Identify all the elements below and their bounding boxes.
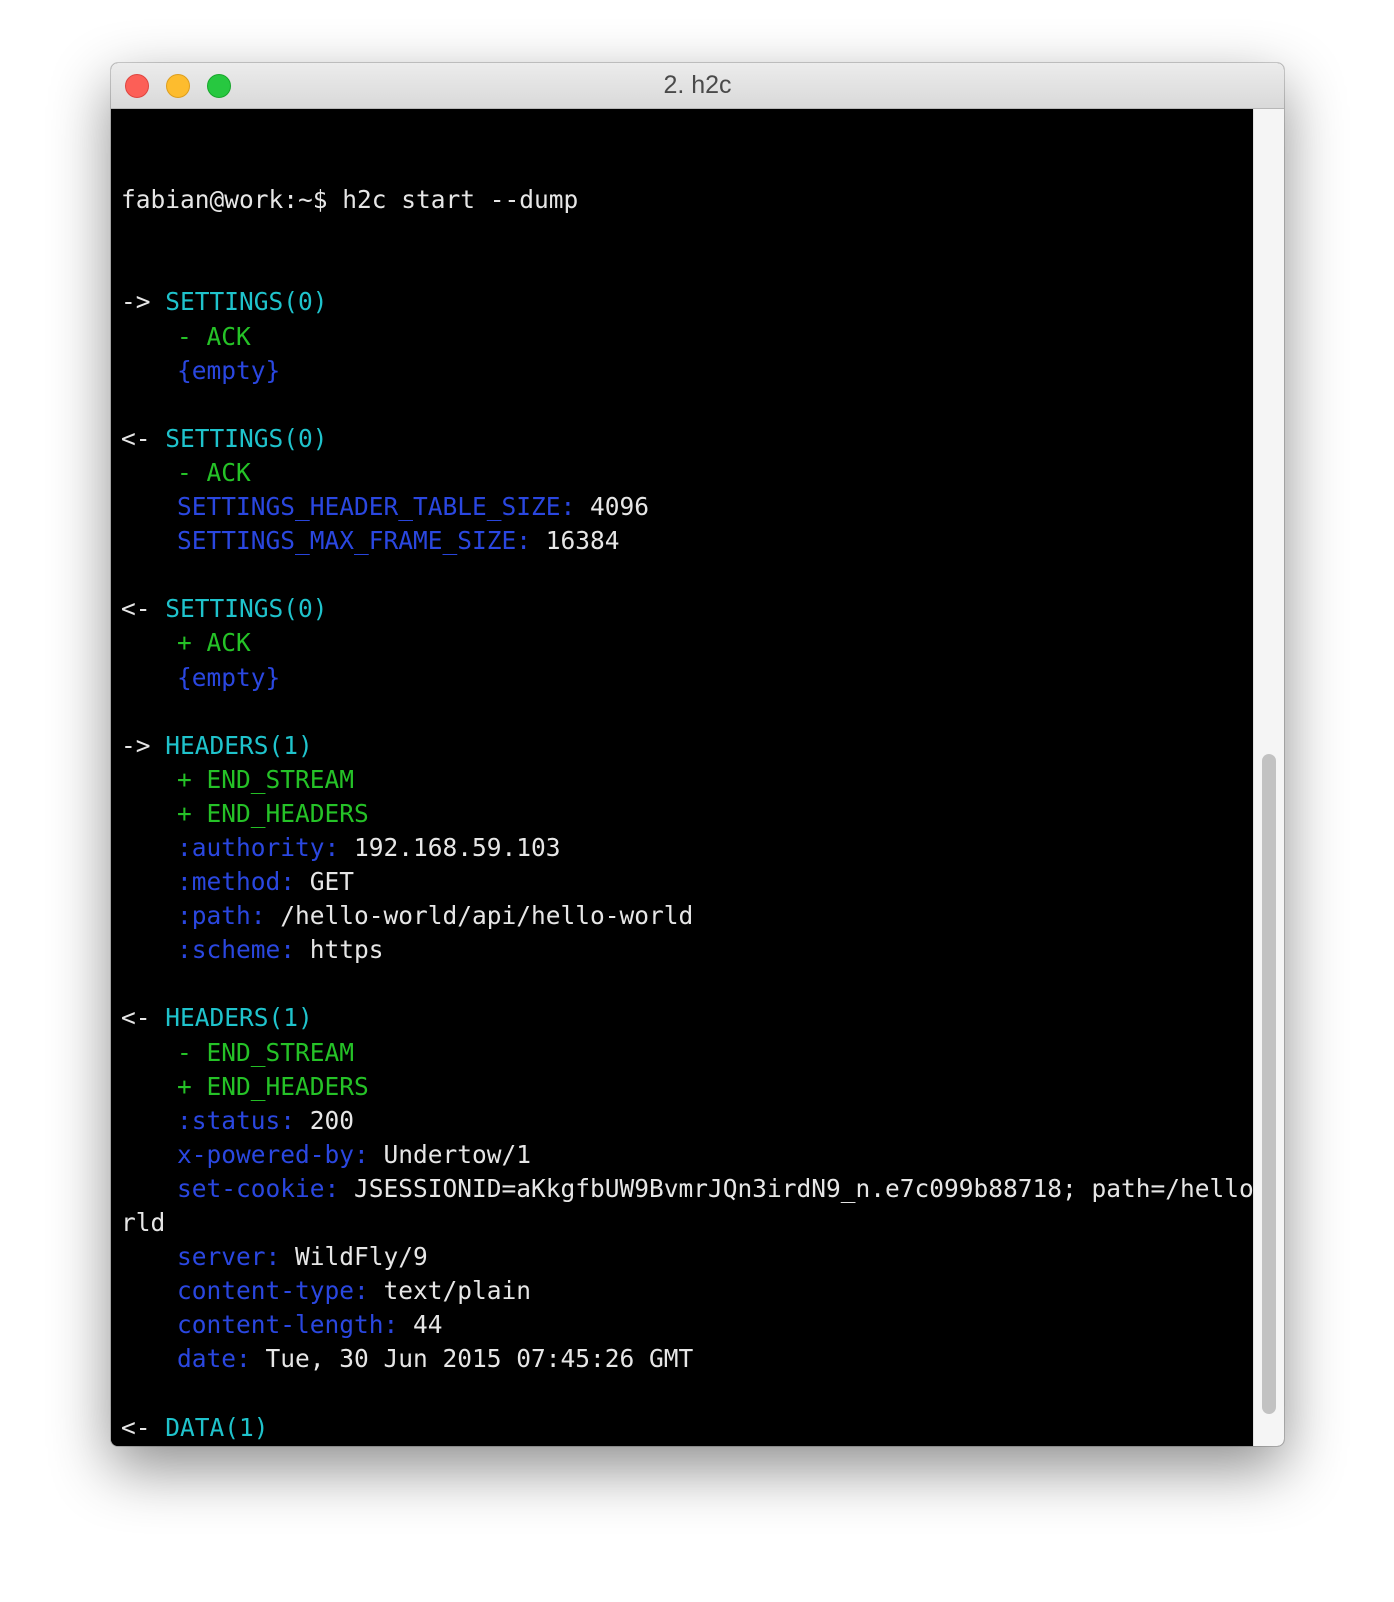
frame-type: HEADERS(1) bbox=[165, 1003, 313, 1033]
flag-text: - ACK bbox=[177, 457, 251, 487]
title-bar[interactable]: 2. h2c bbox=[111, 63, 1284, 109]
frame-type: SETTINGS(0) bbox=[165, 287, 328, 317]
header-line: :status: 200 bbox=[121, 1104, 1284, 1138]
frame-direction: <- bbox=[121, 423, 151, 453]
flag-text: + ACK bbox=[177, 628, 251, 658]
header-value: 44 bbox=[413, 1310, 443, 1340]
flag-text: - ACK bbox=[177, 321, 251, 351]
frame-flag: + ACK bbox=[121, 626, 1284, 660]
flag-text: + END_STREAM bbox=[177, 764, 355, 794]
header-line: SETTINGS_HEADER_TABLE_SIZE: 4096 bbox=[121, 490, 1284, 524]
header-value: https bbox=[309, 935, 384, 965]
flag-text: - END_STREAM bbox=[177, 1037, 355, 1067]
prompt-line: fabian@work:~$ h2c start --dump bbox=[121, 185, 579, 215]
header-line: :scheme: https bbox=[121, 933, 1284, 967]
header-key: SETTINGS_MAX_FRAME_SIZE: bbox=[177, 526, 532, 556]
header-key: server: bbox=[177, 1242, 281, 1272]
frame-flag: + END_HEADERS bbox=[121, 1070, 1284, 1104]
header-line: :path: /hello-world/api/hello-world bbox=[121, 899, 1284, 933]
header-key: date: bbox=[177, 1344, 251, 1374]
header-value: Tue, 30 Jun 2015 07:45:26 GMT bbox=[265, 1344, 694, 1374]
header-line: server: WildFly/9 bbox=[121, 1240, 1284, 1274]
frame-type: SETTINGS(0) bbox=[165, 423, 328, 453]
header-line: date: Tue, 30 Jun 2015 07:45:26 GMT bbox=[121, 1342, 1284, 1376]
frame-flag: - ACK bbox=[121, 456, 1284, 490]
header-value: /hello-world/api/hello-world bbox=[280, 901, 694, 931]
frame-direction: <- bbox=[121, 1003, 151, 1033]
header-value: text/plain bbox=[383, 1276, 532, 1306]
frame-direction: -> bbox=[121, 730, 151, 760]
frame-flag: + END_STREAM bbox=[121, 763, 1284, 797]
frame-payload: {empty} bbox=[121, 354, 1284, 388]
header-key: SETTINGS_HEADER_TABLE_SIZE: bbox=[177, 492, 576, 522]
flag-text: + END_HEADERS bbox=[177, 1071, 369, 1101]
header-line: :authority: 192.168.59.103 bbox=[121, 831, 1284, 865]
header-key: :status: bbox=[177, 1105, 296, 1135]
payload-text: {empty} bbox=[177, 662, 281, 692]
terminal-output[interactable]: fabian@work:~$ h2c start --dump -> SETTI… bbox=[111, 109, 1284, 1446]
header-line: SETTINGS_MAX_FRAME_SIZE: 16384 bbox=[121, 524, 1284, 558]
frame-header-line: -> SETTINGS(0) bbox=[121, 285, 1284, 319]
terminal-content: fabian@work:~$ h2c start --dump -> SETTI… bbox=[121, 115, 1284, 1446]
payload-text: {empty} bbox=[177, 355, 281, 385]
header-value: Undertow/1 bbox=[383, 1139, 532, 1169]
header-value: 4096 bbox=[590, 492, 650, 522]
header-line: :method: GET bbox=[121, 865, 1284, 899]
frame-header-line: <- SETTINGS(0) bbox=[121, 422, 1284, 456]
frame-direction: <- bbox=[121, 594, 151, 624]
frame-type: SETTINGS(0) bbox=[165, 594, 328, 624]
header-key: content-type: bbox=[177, 1276, 369, 1306]
frame-header-line: -> HEADERS(1) bbox=[121, 729, 1284, 763]
header-line: set-cookie: JSESSIONID=aKkgfbUW9BvmrJQn3… bbox=[121, 1172, 1284, 1206]
header-key: set-cookie: bbox=[177, 1173, 340, 1203]
frame-header-line: <- HEADERS(1) bbox=[121, 1001, 1284, 1035]
flag-text: + END_HEADERS bbox=[177, 798, 369, 828]
header-value: 200 bbox=[309, 1105, 355, 1135]
header-key: :path: bbox=[177, 901, 266, 931]
frame-payload: {empty} bbox=[121, 661, 1284, 695]
frame-header-line: <- DATA(1) bbox=[121, 1411, 1284, 1445]
terminal-window: 2. h2c fabian@work:~$ h2c start --dump -… bbox=[111, 63, 1284, 1446]
scrollbar-thumb[interactable] bbox=[1262, 754, 1276, 1414]
frame-flag: + END_STREAM bbox=[121, 1445, 1284, 1446]
header-value-wrap: rld bbox=[121, 1208, 166, 1237]
frame-flag: - END_STREAM bbox=[121, 1036, 1284, 1070]
header-value: 192.168.59.103 bbox=[354, 832, 561, 862]
header-value: 16384 bbox=[545, 526, 620, 556]
frame-type: HEADERS(1) bbox=[165, 730, 313, 760]
header-wrap-line: rld bbox=[121, 1206, 1284, 1240]
frame-type: DATA(1) bbox=[165, 1412, 269, 1442]
header-line: x-powered-by: Undertow/1 bbox=[121, 1138, 1284, 1172]
frame-header-line: <- SETTINGS(0) bbox=[121, 592, 1284, 626]
frame-flag: + END_HEADERS bbox=[121, 797, 1284, 831]
scrollbar-track[interactable] bbox=[1253, 109, 1284, 1446]
header-line: content-type: text/plain bbox=[121, 1274, 1284, 1308]
window-title: 2. h2c bbox=[663, 71, 732, 99]
header-key: :scheme: bbox=[177, 935, 296, 965]
header-key: content-length: bbox=[177, 1310, 399, 1340]
frame-direction: -> bbox=[121, 287, 151, 317]
header-line: content-length: 44 bbox=[121, 1308, 1284, 1342]
header-key: x-powered-by: bbox=[177, 1139, 369, 1169]
header-value: GET bbox=[309, 867, 355, 897]
frame-flag: - ACK bbox=[121, 320, 1284, 354]
header-key: :authority: bbox=[177, 832, 340, 862]
header-key: :method: bbox=[177, 867, 296, 897]
header-value: WildFly/9 bbox=[295, 1242, 428, 1272]
frame-direction: <- bbox=[121, 1412, 151, 1442]
header-value: JSESSIONID=aKkgfbUW9BvmrJQn3irdN9_n.e7c0… bbox=[354, 1173, 1284, 1203]
